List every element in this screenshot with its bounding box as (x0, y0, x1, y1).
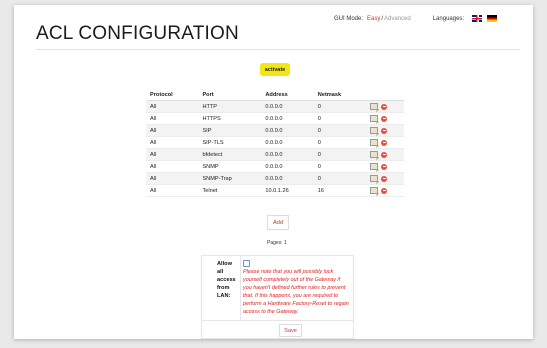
cell-port: HTTP (198, 100, 262, 113)
cell-actions (366, 184, 404, 197)
allow-lan-checkbox[interactable] (243, 260, 250, 267)
add-button[interactable]: Add (267, 215, 289, 230)
edit-icon[interactable] (370, 103, 379, 110)
delete-icon[interactable] (381, 115, 388, 122)
table-row: All SNMP-Trap 0.0.0.0 0 (146, 172, 404, 185)
delete-icon[interactable] (381, 103, 388, 110)
cell-netmask: 0 (313, 160, 367, 173)
table-row: All Telnet 10.0.1.26 16 (146, 184, 404, 197)
pagination-label: Pages: 1 (267, 240, 287, 246)
table-row: All SNMP 0.0.0.0 0 (146, 160, 404, 173)
table-row: All SIP-TLS 0.0.0.0 0 (146, 136, 404, 149)
cell-netmask: 0 (313, 112, 367, 125)
cell-protocol: All (146, 136, 199, 149)
gui-mode-advanced-link[interactable]: Advanced (384, 16, 411, 22)
cell-protocol: All (146, 172, 199, 185)
cell-netmask: 0 (313, 148, 367, 161)
cell-actions (366, 112, 404, 125)
cell-actions (366, 148, 404, 161)
title-divider (36, 49, 520, 50)
gui-mode-easy-link[interactable]: Easy (367, 16, 380, 22)
cell-actions (366, 160, 404, 173)
cell-address: 10.0.1.26 (261, 184, 314, 197)
cell-address: 0.0.0.0 (261, 136, 314, 149)
top-bar: GUI Mode: Easy / Advanced Languages: (334, 15, 502, 22)
table-row: All HTTPS 0.0.0.0 0 (146, 112, 404, 125)
activate-button[interactable]: activate (260, 63, 290, 76)
column-header-address: Address (261, 89, 314, 101)
cell-netmask: 0 (313, 172, 367, 185)
edit-icon[interactable] (370, 175, 379, 182)
cell-port: SIP (198, 124, 262, 137)
cell-protocol: All (146, 124, 199, 137)
cell-port: SNMP-Trap (198, 172, 262, 185)
delete-icon[interactable] (381, 187, 388, 194)
column-header-netmask: Netmask (313, 89, 367, 101)
cell-address: 0.0.0.0 (261, 160, 314, 173)
cell-address: 0.0.0.0 (261, 100, 314, 113)
lan-warning-text: Please note that you will possibly lock … (243, 269, 349, 315)
cell-netmask: 16 (313, 184, 367, 197)
cell-port: bfdetect (198, 148, 262, 161)
delete-icon[interactable] (381, 139, 388, 146)
cell-address: 0.0.0.0 (261, 172, 314, 185)
german-flag-icon[interactable] (487, 15, 498, 22)
cell-protocol: All (146, 100, 199, 113)
lan-box-divider (240, 256, 241, 320)
delete-icon[interactable] (381, 151, 388, 158)
cell-port: HTTPS (198, 112, 262, 125)
edit-icon[interactable] (370, 115, 379, 122)
languages-label: Languages: (432, 15, 465, 22)
cell-port: SNMP (198, 160, 262, 173)
cell-port: SIP-TLS (198, 136, 262, 149)
delete-icon[interactable] (381, 127, 388, 134)
table-row: All bfdetect 0.0.0.0 0 (146, 148, 404, 161)
column-header-protocol: Protocol (146, 89, 199, 101)
table-row: All HTTP 0.0.0.0 0 (146, 100, 404, 113)
cell-port: Telnet (198, 184, 262, 197)
cell-actions (366, 172, 404, 185)
edit-icon[interactable] (370, 187, 379, 194)
column-header-actions (366, 89, 404, 101)
cell-protocol: All (146, 112, 199, 125)
gui-mode-separator: / (381, 15, 384, 22)
table-header-row: Protocol Port Address Netmask (146, 89, 404, 101)
cell-netmask: 0 (313, 124, 367, 137)
column-header-port: Port (198, 89, 262, 101)
gui-mode-label: GUI Mode: (334, 15, 364, 22)
cell-actions (366, 136, 404, 149)
lan-access-box: Allow all access from LAN: Please note t… (201, 255, 354, 339)
cell-protocol: All (146, 148, 199, 161)
cell-netmask: 0 (313, 136, 367, 149)
table-row: All SIP 0.0.0.0 0 (146, 124, 404, 137)
allow-lan-label: Allow all access from LAN: (217, 261, 236, 299)
edit-icon[interactable] (370, 139, 379, 146)
cell-netmask: 0 (313, 100, 367, 113)
cell-protocol: All (146, 160, 199, 173)
cell-address: 0.0.0.0 (261, 148, 314, 161)
delete-icon[interactable] (381, 163, 388, 170)
cell-address: 0.0.0.0 (261, 112, 314, 125)
acl-config-panel: ACL CONFIGURATION GUI Mode: Easy / Advan… (14, 5, 533, 339)
cell-address: 0.0.0.0 (261, 124, 314, 137)
cell-protocol: All (146, 184, 199, 197)
uk-flag-icon[interactable] (472, 15, 483, 22)
cell-actions (366, 100, 404, 113)
save-button[interactable]: Save (279, 324, 302, 337)
delete-icon[interactable] (381, 175, 388, 182)
edit-icon[interactable] (370, 127, 379, 134)
page-title: ACL CONFIGURATION (36, 23, 239, 44)
cell-actions (366, 124, 404, 137)
lan-box-footer-divider (202, 320, 353, 321)
acl-rules-table: Protocol Port Address Netmask All HTTP 0.0… (146, 89, 404, 197)
edit-icon[interactable] (370, 151, 379, 158)
edit-icon[interactable] (370, 163, 379, 170)
